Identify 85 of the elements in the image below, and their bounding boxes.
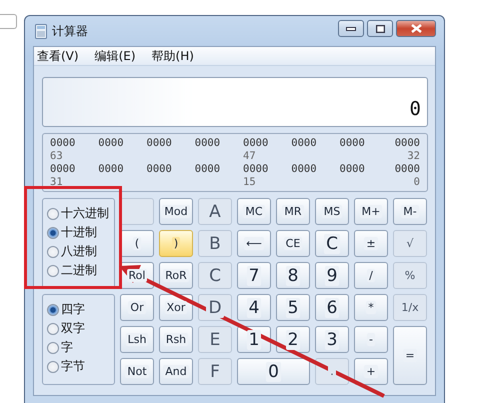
calculator-key[interactable]: CE — [276, 230, 310, 257]
calculator-key[interactable]: * — [354, 294, 388, 321]
calculator-key[interactable]: MS — [315, 198, 349, 225]
display-value: 0 — [410, 98, 421, 120]
radio-label: 四字 — [61, 301, 85, 318]
bit-group: 0000 — [146, 137, 172, 150]
bit-position: 15 — [243, 176, 256, 189]
calculator-key[interactable]: Or — [120, 294, 154, 321]
calculator-key[interactable]: MC — [237, 198, 271, 225]
calculator-key[interactable]: Xor — [159, 294, 193, 321]
radio-label: 十六进制 — [61, 205, 109, 222]
bit-group: 0000 — [340, 163, 365, 176]
calculator-key[interactable]: MR — [276, 198, 310, 225]
calculator-key[interactable]: 3 — [315, 326, 349, 353]
calculator-key[interactable]: 1 — [237, 326, 271, 353]
calculator-icon — [35, 24, 47, 38]
radio-label: 字节 — [61, 358, 85, 375]
checkbox[interactable] — [0, 14, 17, 29]
radio-label: 二进制 — [61, 262, 97, 279]
calculator-key[interactable]: 2 — [276, 326, 310, 353]
radio-label: 八进制 — [61, 243, 97, 260]
bit-group: 0000 — [243, 163, 268, 176]
word-size-radio[interactable]: 字节 — [47, 358, 114, 375]
word-size-radio[interactable]: 双字 — [47, 320, 114, 337]
radio-label: 双字 — [61, 320, 85, 337]
calculator-key[interactable]: 0 — [237, 358, 310, 385]
calculator-key[interactable]: = — [393, 326, 427, 385]
bit-position: 47 — [243, 150, 256, 163]
calculator-key[interactable]: ± — [354, 230, 388, 257]
close-button[interactable] — [396, 20, 436, 37]
bit-group: 0000 — [291, 137, 317, 150]
menu-item[interactable]: 帮助(H) — [152, 48, 194, 64]
bit-group: 0000 — [340, 137, 365, 150]
menu-item[interactable]: 编辑(E) — [94, 48, 136, 64]
bit-position: 31 — [50, 176, 63, 189]
bit-group: 0000 — [394, 137, 420, 150]
bit-group: 0000 — [194, 163, 220, 176]
calculator-key[interactable]: Not — [120, 358, 154, 385]
window-title: 计算器 — [52, 22, 88, 40]
calculator-key[interactable]: ) — [159, 230, 193, 257]
minimize-button[interactable] — [338, 20, 364, 37]
bit-group: 0000 — [50, 137, 76, 150]
menu-item[interactable]: 查看(V) — [37, 48, 79, 64]
calculator-key[interactable]: RoR — [159, 262, 193, 289]
radio-label: 字 — [61, 339, 73, 356]
bit-group: 0000 — [243, 137, 268, 150]
calculator-key[interactable]: 8 — [276, 262, 310, 289]
calculator-key[interactable]: ( — [120, 230, 154, 257]
minimize-icon — [346, 26, 356, 30]
maximize-button[interactable] — [367, 20, 393, 37]
calculator-key[interactable]: M- — [393, 198, 427, 225]
close-icon — [410, 24, 422, 33]
calculator-key[interactable]: Lsh — [120, 326, 154, 353]
word-size-radio[interactable]: 字 — [47, 339, 114, 356]
maximize-icon — [376, 24, 384, 32]
calculator-key[interactable]: Mod — [159, 198, 193, 225]
bit-group: 0000 — [98, 163, 124, 176]
calculator-key[interactable]: Rsh — [159, 326, 193, 353]
calculator-key[interactable]: - — [354, 326, 388, 353]
base-radio[interactable]: 八进制 — [47, 243, 114, 260]
calculator-key[interactable]: 9 — [315, 262, 349, 289]
bit-group: 0000 — [291, 163, 317, 176]
calculator-key[interactable]: And — [159, 358, 193, 385]
base-radio[interactable]: 十进制 — [47, 224, 114, 241]
calculator-key[interactable]: + — [354, 358, 388, 385]
calculator-key[interactable]: C — [315, 230, 349, 257]
base-radio[interactable]: 十六进制 — [47, 205, 114, 222]
calculator-key[interactable]: 4 — [237, 294, 271, 321]
calculator-key[interactable]: ⟵ — [237, 230, 271, 257]
bit-position: 32 — [407, 150, 420, 163]
bit-group: 0000 — [146, 163, 172, 176]
bit-group: 0000 — [394, 163, 420, 176]
bit-position: 0 — [414, 176, 420, 189]
calculator-key[interactable]: M+ — [354, 198, 388, 225]
calculator-key[interactable]: 7 — [237, 262, 271, 289]
bit-group: 0000 — [98, 137, 124, 150]
base-radio[interactable]: 二进制 — [47, 262, 114, 279]
calculator-key[interactable]: 6 — [315, 294, 349, 321]
bit-group: 0000 — [50, 163, 76, 176]
calculator-key[interactable]: / — [354, 262, 388, 289]
calculator-key[interactable]: 5 — [276, 294, 310, 321]
bit-position: 63 — [50, 150, 63, 163]
radio-label: 十进制 — [61, 224, 97, 241]
bit-group: 0000 — [194, 137, 220, 150]
word-size-radio[interactable]: 四字 — [47, 301, 114, 318]
